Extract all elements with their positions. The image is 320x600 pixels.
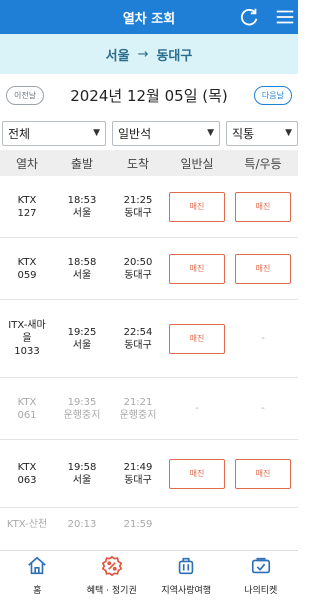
train-list: KTX 127 18:53 서울 21:25 동대구 매진 매진 KTX 059 1… — [0, 176, 298, 538]
tab-benefits[interactable]: 혜택 · 정기권 — [75, 551, 150, 600]
table-row[interactable]: KTX 063 19:58 서울 21:49 동대구 매진 매진 — [0, 440, 298, 508]
general-seat-soldout-button[interactable]: 매진 — [169, 323, 225, 354]
arrival-time: 21:59 — [123, 519, 153, 530]
tab-home-label: 홈 — [33, 586, 42, 596]
page-title: 열차 조회 — [122, 11, 176, 27]
table-row: KTX 061 19:35 운행중지 21:21 운행중지 - - — [0, 378, 298, 440]
departure-cell: 19:58 서울 — [67, 461, 97, 486]
tab-my-ticket-label: 나의티켓 — [244, 586, 278, 596]
arrival-cell: 22:54 동대구 — [123, 326, 153, 351]
train-name: KTX-산천 — [6, 519, 48, 530]
tab-travel-label: 지역사랑여행 — [161, 586, 212, 596]
table-row: KTX-산천 20:13 21:59 — [0, 508, 298, 538]
train-type-select[interactable]: 전체 ▼ — [2, 120, 106, 146]
filter-bar: 전체 ▼ 일반석 ▼ 직통 ▼ — [0, 116, 298, 150]
train-name: KTX 061 — [17, 396, 37, 421]
train-name: KTX 127 — [17, 194, 37, 219]
special-seat-unavailable: - — [261, 403, 265, 414]
train-name: ITX-새마 을 1033 — [8, 320, 46, 357]
arrival-cell: 21:25 동대구 — [123, 194, 153, 219]
next-day-button[interactable]: 다음날 — [253, 85, 292, 105]
train-name: KTX 063 — [17, 461, 37, 486]
route-bar: 서울 → 동대구 — [0, 34, 298, 74]
chevron-down-icon: ▼ — [285, 128, 292, 138]
general-seat-soldout-button[interactable]: 매진 — [169, 458, 225, 489]
route-type-value: 직통 — [232, 126, 255, 141]
table-row[interactable]: KTX 059 18:58 서울 20:50 동대구 매진 매진 — [0, 238, 298, 300]
header-train: 열차 — [15, 156, 39, 171]
train-name: KTX 059 — [17, 256, 37, 281]
general-seat-unavailable: - — [195, 403, 199, 414]
ticket-icon — [250, 555, 272, 583]
discount-icon — [101, 555, 123, 583]
departure-cell: 19:35 운행중지 — [63, 396, 101, 421]
home-icon — [26, 555, 48, 583]
arrival-station: 동대구 — [156, 48, 193, 64]
refresh-icon[interactable] — [238, 6, 260, 28]
chevron-down-icon: ▼ — [207, 128, 214, 138]
header-special: 특/우등 — [244, 156, 282, 171]
prev-day-button[interactable]: 이전날 — [6, 85, 45, 105]
header-general: 일반실 — [180, 156, 214, 171]
special-seat-unavailable: - — [261, 333, 265, 344]
bottom-tab-bar: 홈 혜택 · 정기권 지역사랑여행 나의티켓 — [0, 550, 298, 600]
arrival-cell: 21:21 운행중지 — [119, 396, 157, 421]
route-type-select[interactable]: 직통 ▼ — [226, 120, 298, 146]
route-arrow: → — [137, 46, 149, 62]
special-seat-soldout-button[interactable]: 매진 — [235, 191, 291, 222]
tab-my-ticket[interactable]: 나의티켓 — [224, 551, 299, 600]
tab-benefits-label: 혜택 · 정기권 — [86, 586, 137, 596]
departure-cell: 18:58 서울 — [67, 256, 97, 281]
seat-type-select[interactable]: 일반석 ▼ — [112, 120, 220, 146]
special-seat-soldout-button[interactable]: 매진 — [235, 253, 291, 284]
table-row[interactable]: KTX 127 18:53 서울 21:25 동대구 매진 매진 — [0, 176, 298, 238]
table-header: 열차 출발 도착 일반실 특/우등 — [0, 150, 298, 176]
departure-time: 20:13 — [67, 519, 97, 530]
special-seat-soldout-button[interactable]: 매진 — [235, 458, 291, 489]
arrival-cell: 20:50 동대구 — [123, 256, 153, 281]
app-header: 열차 조회 — [0, 0, 298, 34]
menu-icon[interactable] — [274, 6, 296, 28]
header-arrival: 도착 — [126, 156, 150, 171]
date-bar: 이전날 2024년 12월 05일 (목) 다음날 — [0, 74, 298, 116]
table-row[interactable]: ITX-새마 을 1033 19:25 서울 22:54 동대구 매진 - — [0, 300, 298, 378]
general-seat-soldout-button[interactable]: 매진 — [169, 253, 225, 284]
tab-home[interactable]: 홈 — [0, 551, 75, 600]
luggage-icon — [175, 555, 197, 583]
departure-station: 서울 — [105, 48, 130, 64]
general-seat-soldout-button[interactable]: 매진 — [169, 191, 225, 222]
departure-cell: 18:53 서울 — [67, 194, 97, 219]
tab-travel[interactable]: 지역사랑여행 — [149, 551, 224, 600]
arrival-cell: 21:49 동대구 — [123, 461, 153, 486]
chevron-down-icon: ▼ — [93, 128, 100, 138]
header-departure: 출발 — [70, 156, 94, 171]
train-type-value: 전체 — [8, 126, 31, 141]
departure-cell: 19:25 서울 — [67, 326, 97, 351]
seat-type-value: 일반석 — [118, 126, 152, 141]
selected-date: 2024년 12월 05일 (목) — [70, 86, 228, 105]
